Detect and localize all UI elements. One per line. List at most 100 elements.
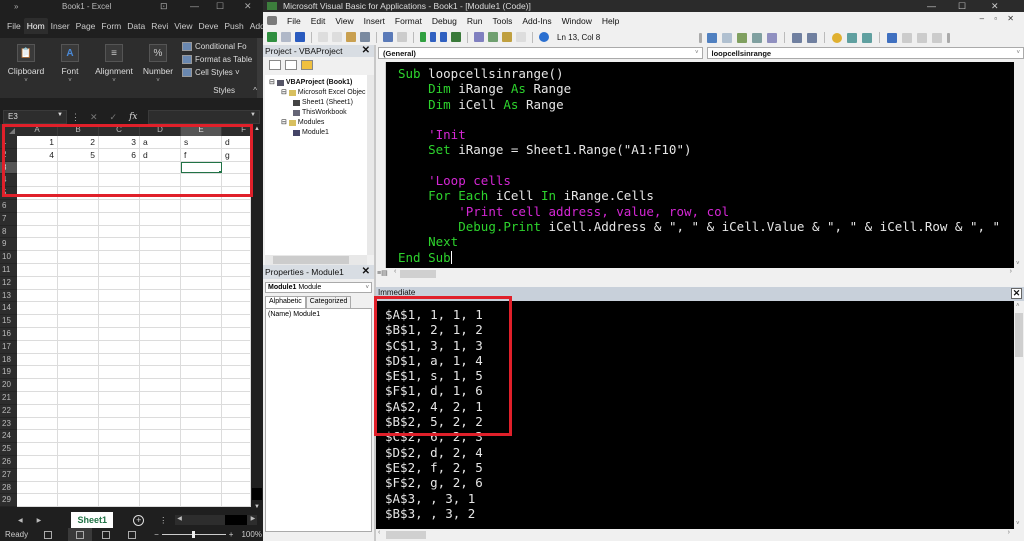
cell-b5[interactable] <box>58 187 99 199</box>
menu-addins[interactable]: Add-Ins <box>522 16 551 26</box>
cell-f17[interactable] <box>222 340 251 353</box>
module-menu-icon[interactable] <box>267 16 277 25</box>
cell-c24[interactable] <box>99 430 140 443</box>
formula-bar-grip-icon[interactable]: ⋮ <box>71 112 80 123</box>
column-header-e[interactable]: E <box>181 124 222 136</box>
cell-b7[interactable] <box>58 212 99 225</box>
row-header[interactable]: 14 <box>0 302 17 316</box>
scroll-thumb[interactable] <box>273 256 349 264</box>
ribbon-group-font[interactable]: A Font ˅ <box>48 40 92 96</box>
cell-a8[interactable] <box>17 225 58 238</box>
insert-userform-icon[interactable] <box>281 32 291 42</box>
cell-b25[interactable] <box>58 443 99 455</box>
cell-f12[interactable] <box>222 276 251 289</box>
cell-e9[interactable] <box>181 238 222 251</box>
scroll-down-icon[interactable]: ˅ <box>1016 261 1020 267</box>
row-header[interactable]: 16 <box>0 327 17 341</box>
cell-d14[interactable] <box>140 302 181 315</box>
cell-b13[interactable] <box>58 289 99 302</box>
chevron-down-icon[interactable]: ˅ <box>1016 48 1020 59</box>
cell-a5[interactable] <box>17 187 58 199</box>
cell-a20[interactable] <box>17 379 58 391</box>
menu-debug[interactable]: Debug <box>432 16 457 26</box>
list-constants-icon[interactable] <box>722 32 732 43</box>
minimize-icon[interactable]: — <box>927 0 936 12</box>
cell-d7[interactable] <box>140 212 181 225</box>
confirm-entry-button[interactable]: ✓ <box>110 112 118 123</box>
cell-b23[interactable] <box>58 417 99 430</box>
cell-c3[interactable] <box>99 161 140 174</box>
cell-f1[interactable]: d <box>222 136 251 148</box>
close-icon[interactable]: ✕ <box>244 1 252 12</box>
cell-d19[interactable] <box>140 366 181 379</box>
cell-d22[interactable] <box>140 404 181 417</box>
ribbon-tab-deve[interactable]: Deve <box>196 18 222 34</box>
cell-f23[interactable] <box>222 417 251 430</box>
indent-icon[interactable] <box>792 32 802 43</box>
cell-b6[interactable] <box>58 199 99 212</box>
cell-c17[interactable] <box>99 340 140 353</box>
add-sheet-button[interactable]: + <box>133 514 145 526</box>
cell-d11[interactable] <box>140 263 181 276</box>
cell-e27[interactable] <box>181 468 222 481</box>
cell-b8[interactable] <box>58 225 99 238</box>
zoom-level[interactable]: 100% <box>241 530 261 539</box>
cell-a21[interactable] <box>17 391 58 404</box>
reset-icon[interactable] <box>440 32 447 42</box>
cell-b19[interactable] <box>58 366 99 379</box>
column-header-b[interactable]: B <box>58 124 99 136</box>
cell-f18[interactable] <box>222 353 251 366</box>
comment-block-icon[interactable] <box>847 32 857 43</box>
code-margin[interactable] <box>376 62 386 268</box>
break-icon[interactable] <box>430 32 436 42</box>
prev-sheet-icon[interactable]: ◀ <box>18 517 23 524</box>
row-header[interactable]: 26 <box>0 455 17 469</box>
cell-a1[interactable]: 1 <box>17 136 58 148</box>
cell-d26[interactable] <box>140 455 181 468</box>
row-header[interactable]: 15 <box>0 315 17 328</box>
row-header[interactable]: 20 <box>0 379 17 392</box>
cell-f14[interactable] <box>222 302 251 315</box>
properties-window-icon[interactable] <box>488 32 498 42</box>
cell-c25[interactable] <box>99 443 140 455</box>
close-icon[interactable]: ✕ <box>1011 288 1022 299</box>
maximize-icon[interactable]: ☐ <box>958 0 966 12</box>
cell-e22[interactable] <box>181 404 222 417</box>
save-icon[interactable] <box>295 32 305 42</box>
vertical-scrollbar[interactable] <box>367 75 374 255</box>
row-header[interactable]: 17 <box>0 340 17 354</box>
ribbon-tab-form[interactable]: Form <box>98 18 124 34</box>
styles-item-2[interactable]: Cell Styles ˅ <box>182 68 252 77</box>
ribbon-tab-view[interactable]: View <box>171 18 195 34</box>
zoom-out-button[interactable]: − <box>154 530 159 539</box>
cell-c28[interactable] <box>99 481 140 494</box>
close-icon[interactable]: ✕ <box>362 265 370 279</box>
menu-edit[interactable]: Edit <box>311 16 326 26</box>
cell-f25[interactable] <box>222 443 251 455</box>
ribbon-tab-page[interactable]: Page <box>73 18 99 34</box>
outdent-icon[interactable] <box>807 32 817 43</box>
list-properties-icon[interactable] <box>707 32 717 43</box>
row-header[interactable]: 12 <box>0 276 17 290</box>
styles-item-1[interactable]: Format as Table <box>182 55 252 64</box>
row-header[interactable]: 22 <box>0 404 17 418</box>
cell-b27[interactable] <box>58 468 99 481</box>
cell-c11[interactable] <box>99 263 140 276</box>
cell-b4[interactable] <box>58 174 99 187</box>
cell-a13[interactable] <box>17 289 58 302</box>
cell-b3[interactable] <box>58 161 99 174</box>
run-icon[interactable] <box>420 32 426 42</box>
row-header[interactable]: 19 <box>0 366 17 380</box>
tab-alphabetic[interactable]: Alphabetic <box>265 296 306 308</box>
cell-c10[interactable] <box>99 251 140 263</box>
cell-f2[interactable]: g <box>222 148 251 161</box>
scroll-thumb[interactable] <box>386 531 426 539</box>
menu-tools[interactable]: Tools <box>492 16 512 26</box>
parameter-info-icon[interactable] <box>752 32 762 43</box>
cell-e18[interactable] <box>181 353 222 366</box>
tree-item[interactable]: ThisWorkbook <box>265 108 367 118</box>
immediate-output[interactable]: $A$1, 1, 1, 1 $B$1, 2, 1, 2 $C$1, 3, 1, 3 $… <box>376 301 1014 529</box>
cell-b1[interactable]: 2 <box>58 136 99 148</box>
cell-f20[interactable] <box>222 379 251 391</box>
clear-bookmarks-icon[interactable] <box>932 32 942 43</box>
